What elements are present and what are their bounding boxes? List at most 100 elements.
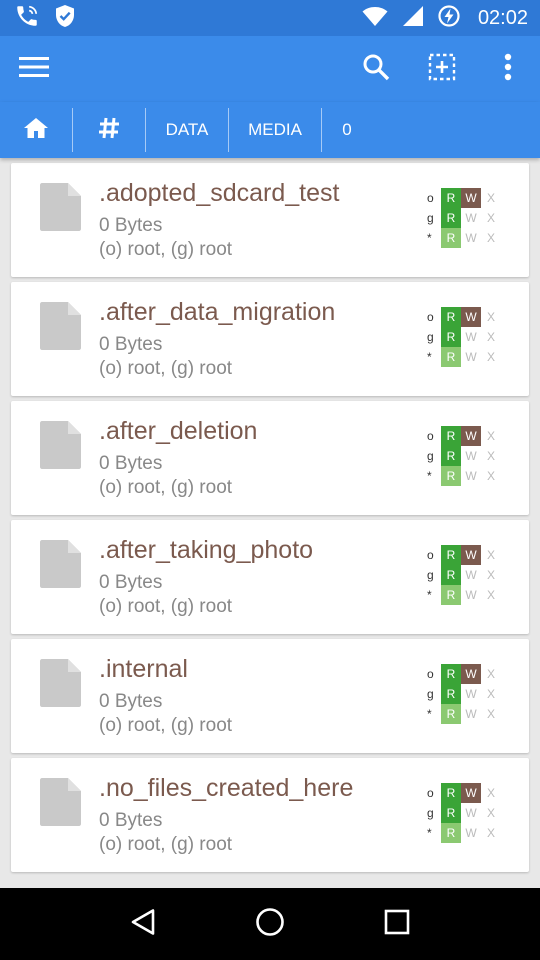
file-name: .no_files_created_here [99,774,354,802]
hash-icon [97,116,121,145]
breadcrumb-item-media[interactable]: MEDIA [229,102,321,158]
file-icon [39,659,81,707]
list-item[interactable]: .after_taking_photo 0 Bytes (o) root, (g… [11,520,529,634]
phone-wifi-icon [14,3,40,34]
perm-other-label: * [427,707,432,721]
permission-grid: oRWX gRWX * R W X [427,664,501,724]
list-item[interactable]: .adopted_sdcard_test 0 Bytes (o) root, (… [11,163,529,277]
search-button[interactable] [360,53,392,85]
perm-group-label: g [427,330,434,344]
menu-icon [19,56,49,83]
perm-exec: X [486,588,495,602]
file-name: .after_deletion [99,417,258,445]
home-circle-icon [255,907,285,942]
perm-exec: X [486,548,495,562]
perm-read: R [441,783,461,803]
perm-exec: X [486,786,495,800]
perm-read: R [441,347,461,367]
perm-exec: X [486,211,495,225]
perm-exec: X [486,806,495,820]
list-item[interactable]: .internal 0 Bytes (o) root, (g) root oRW… [11,639,529,753]
perm-exec: X [486,191,495,205]
app-toolbar [0,36,540,102]
perm-read: R [441,545,461,565]
file-name: .after_data_migration [99,298,336,326]
file-icon [39,421,81,469]
nav-recents-button[interactable] [377,904,417,944]
file-name: .adopted_sdcard_test [99,179,340,207]
perm-owner-label: o [427,667,434,681]
perm-write: W [461,783,481,803]
perm-group-label: g [427,568,434,582]
shield-check-icon [54,4,76,33]
perm-group-label: g [427,806,434,820]
file-owner: (o) root, (g) root [99,358,233,379]
perm-write: W [465,330,477,344]
perm-other-label: * [427,469,432,483]
perm-group-label: g [427,449,434,463]
perm-exec: X [486,330,495,344]
list-item[interactable]: .no_files_created_here 0 Bytes (o) root,… [11,758,529,872]
file-size: 0 Bytes [99,215,163,236]
perm-other-label: * [427,826,432,840]
recents-icon [384,909,410,940]
perm-write: W [465,568,477,582]
file-size: 0 Bytes [99,810,163,831]
file-name: .internal [99,655,188,683]
breadcrumb-root[interactable] [73,102,145,158]
file-icon [39,778,81,826]
permission-grid: oRWX gRWX * R W X [427,188,501,248]
perm-exec: X [486,449,495,463]
perm-read: R [441,466,461,486]
list-item[interactable]: .after_deletion 0 Bytes (o) root, (g) ro… [11,401,529,515]
list-item[interactable]: .after_data_migration 0 Bytes (o) root, … [11,282,529,396]
breadcrumb-item-data[interactable]: DATA [146,102,228,158]
perm-write: W [461,426,481,446]
menu-button[interactable] [18,53,50,85]
back-icon [130,908,156,941]
file-owner: (o) root, (g) root [99,715,233,736]
overflow-menu-icon [504,53,512,86]
perm-write: W [465,350,477,364]
file-size: 0 Bytes [99,453,163,474]
file-owner: (o) root, (g) root [99,477,233,498]
file-owner: (o) root, (g) root [99,596,233,617]
perm-other-label: * [427,350,432,364]
perm-exec: X [486,469,495,483]
perm-read: R [441,327,461,347]
file-list: .adopted_sdcard_test 0 Bytes (o) root, (… [0,158,540,888]
perm-exec: X [486,350,495,364]
perm-exec: X [486,826,495,840]
perm-owner-label: o [427,786,434,800]
perm-write: W [465,707,477,721]
perm-owner-label: o [427,548,434,562]
select-add-button[interactable] [426,53,458,85]
nav-back-button[interactable] [123,904,163,944]
toolbar-actions [360,53,524,85]
perm-read: R [441,585,461,605]
perm-read: R [441,823,461,843]
status-time: 02:02 [477,6,528,29]
permission-grid: oRWX gRWX * R W X [427,783,501,843]
overflow-menu-button[interactable] [492,53,524,85]
nav-home-button[interactable] [250,904,290,944]
file-owner: (o) root, (g) root [99,239,233,260]
breadcrumb: DATA MEDIA 0 [0,102,540,158]
file-name: .after_taking_photo [99,536,314,564]
perm-write: W [461,664,481,684]
file-owner: (o) root, (g) root [99,834,233,855]
permission-grid: oRWX gRWX * R W X [427,307,501,367]
perm-write: W [461,545,481,565]
perm-read: R [441,803,461,823]
breadcrumb-home[interactable] [0,102,72,158]
system-nav-bar [0,888,540,960]
perm-owner-label: o [427,310,434,324]
file-icon [39,302,81,350]
perm-owner-label: o [427,429,434,443]
wifi-icon [362,5,388,32]
perm-read: R [441,684,461,704]
perm-read: R [441,426,461,446]
breadcrumb-item-0[interactable]: 0 [322,102,372,158]
perm-write: W [465,806,477,820]
file-size: 0 Bytes [99,691,163,712]
